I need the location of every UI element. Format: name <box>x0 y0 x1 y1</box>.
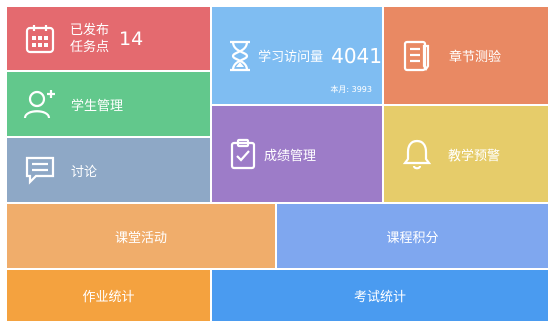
visits-tile[interactable]: 学习访问量 4041 本月: 3993 <box>212 7 382 104</box>
document-icon <box>400 39 434 73</box>
user-add-icon <box>23 87 57 121</box>
class-activity-tile[interactable]: 课堂活动 <box>7 204 275 268</box>
student-management-label: 学生管理 <box>71 98 124 114</box>
clipboard-check-icon <box>228 137 258 171</box>
bell-icon <box>400 137 434 171</box>
exam-stats-tile[interactable]: 考试统计 <box>212 270 548 321</box>
class-activity-label: 课堂活动 <box>114 230 167 246</box>
visits-label: 学习访问量 <box>258 50 324 65</box>
published-count: 14 <box>119 27 144 50</box>
teaching-alert-label: 教学预警 <box>448 148 501 164</box>
course-points-label: 课程积分 <box>386 230 439 246</box>
hourglass-icon <box>228 39 252 73</box>
grade-management-tile[interactable]: 成绩管理 <box>212 106 382 202</box>
course-points-tile[interactable]: 课程积分 <box>277 204 548 268</box>
monthly-visits: 本月: 3993 <box>330 85 372 94</box>
exam-stats-label: 考试统计 <box>353 290 406 305</box>
visits-count: 4041 <box>331 43 382 68</box>
calendar-icon <box>23 22 57 56</box>
discussion-tile[interactable]: 讨论 <box>7 138 210 202</box>
published-label-line2: 任务点 <box>70 39 110 55</box>
chat-icon <box>23 153 57 187</box>
discussion-label: 讨论 <box>71 164 98 180</box>
chapter-quiz-label: 章节测验 <box>449 50 502 65</box>
grade-management-label: 成绩管理 <box>264 148 317 164</box>
student-management-tile[interactable]: 学生管理 <box>7 72 210 136</box>
published-label-line1: 已发布 <box>70 22 110 38</box>
chapter-quiz-tile[interactable]: 章节测验 <box>384 7 548 104</box>
published-tasks-tile[interactable]: 已发布 任务点 14 <box>7 7 210 70</box>
teaching-alert-tile[interactable]: 教学预警 <box>384 106 548 202</box>
homework-stats-label: 作业统计 <box>82 290 135 305</box>
homework-stats-tile[interactable]: 作业统计 <box>7 270 210 321</box>
